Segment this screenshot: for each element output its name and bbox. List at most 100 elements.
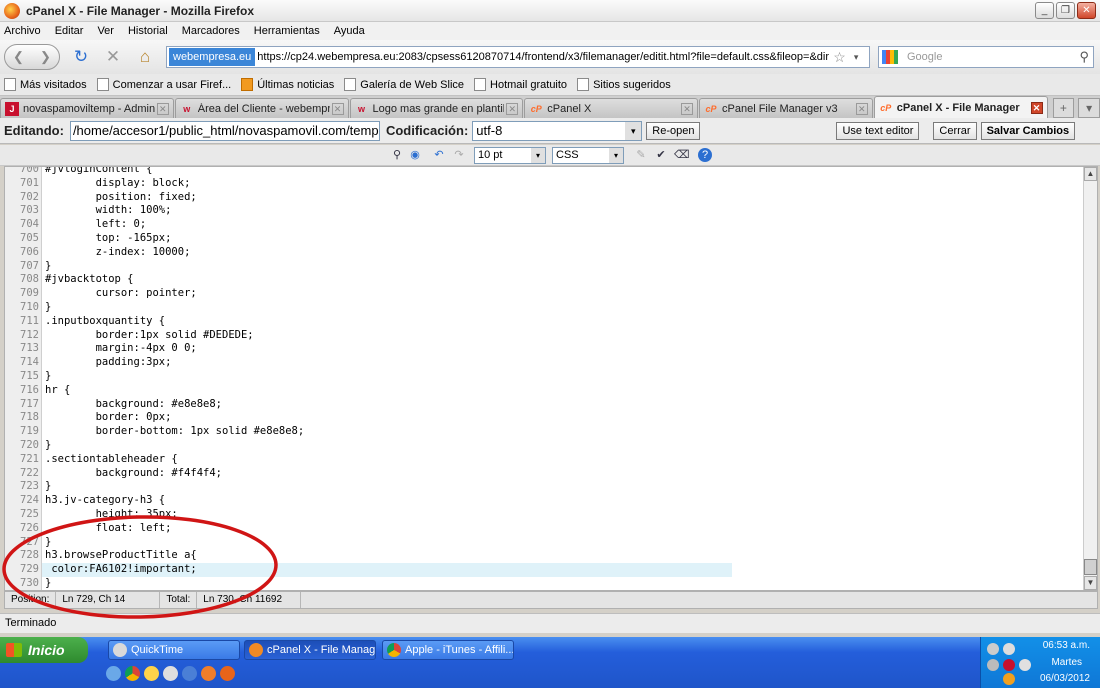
line-text[interactable]: padding:3px; [42,356,172,370]
encoding-select[interactable]: utf-8 ▾ [472,120,643,141]
maximize-button[interactable]: ❐ [1056,2,1075,19]
menu-ver[interactable]: Ver [97,25,114,37]
eraser-icon[interactable]: ⌫ [674,148,690,162]
bookmark-galeria-web-slice[interactable]: Galería de Web Slice [344,78,464,91]
search-bar[interactable]: Google ⚲ [878,46,1094,68]
menu-ayuda[interactable]: Ayuda [334,25,365,37]
code-line[interactable]: 710} [5,301,1085,315]
home-icon[interactable]: ⌂ [134,46,156,68]
code-line[interactable]: 728 h3.browseProductTitle a{ [5,549,1085,563]
line-text[interactable]: border:1px solid #DEDEDE; [42,329,254,343]
save-changes-button[interactable]: Salvar Cambios [980,121,1076,140]
undo-icon[interactable]: ↶ [432,148,446,162]
scroll-up-icon[interactable]: ▲ [1084,167,1097,181]
reopen-button[interactable]: Re-open [646,121,701,140]
url-input[interactable]: https://cp24.webempresa.eu:2083/cpsess61… [257,51,829,63]
tab-cpanel-x[interactable]: cP cPanel X ✕ [524,98,698,118]
code-line[interactable]: 708 #jvbacktotop { [5,273,1085,287]
line-text[interactable]: margin:-4px 0 0; [42,342,197,356]
tab-cpanel-file-manager-v3[interactable]: cP cPanel File Manager v3 ✕ [699,98,873,118]
file-path-field[interactable]: /home/accesor1/public_html/novaspamovil.… [69,120,380,141]
minimize-button[interactable]: _ [1035,2,1054,19]
code-editor[interactable]: 700 #jvloginContent {701 display: block; 7… [4,166,1098,591]
tab-close-icon[interactable]: ✕ [506,102,519,115]
code-line[interactable]: 712 border:1px solid #DEDEDE; [5,329,1085,343]
bookmark-hotmail[interactable]: Hotmail gratuito [474,78,567,91]
code-line[interactable]: 701 display: block; [5,177,1085,191]
app2-quicklaunch-icon[interactable] [201,666,216,681]
code-line[interactable]: 720} [5,439,1085,453]
code-content[interactable]: 700 #jvloginContent {701 display: block; 7… [5,167,1085,590]
line-text[interactable]: } [42,577,51,590]
search-input[interactable]: Google [907,51,1079,63]
app-quicklaunch-icon[interactable] [182,666,197,681]
ie-quicklaunch-icon[interactable] [106,666,121,681]
line-text[interactable]: hr { [42,384,70,398]
code-line[interactable]: 721 .sectiontableheader { [5,453,1085,467]
tab-close-icon[interactable]: ✕ [681,102,693,115]
menu-marcadores[interactable]: Marcadores [182,25,240,37]
line-text[interactable]: } [42,536,51,550]
code-line[interactable]: 706 z-index: 10000; [5,246,1085,260]
code-line[interactable]: 724 h3.jv-category-h3 { [5,494,1085,508]
tab-logo-mas-grande[interactable]: w Logo mas grande en plantilla ... ✕ [349,98,524,118]
menu-archivo[interactable]: Archivo [4,25,41,37]
tab-novaspamoviltemp[interactable]: J novaspamoviltemp - Administr... ✕ [0,98,174,118]
code-line[interactable]: 727} [5,536,1085,550]
search-icon[interactable]: ⚲ [1079,49,1089,65]
line-text[interactable]: z-index: 10000; [42,246,191,260]
code-line[interactable]: 730} [5,577,1085,590]
goto-line-icon[interactable]: ◉ [408,148,422,162]
line-text[interactable]: } [42,301,51,315]
code-line[interactable]: 702 position: fixed; [5,191,1085,205]
line-text[interactable]: color:FA6102!important; [42,563,732,577]
taskbar-chrome-itunes[interactable]: Apple - iTunes - Affili... [382,640,514,660]
code-line[interactable]: 700 #jvloginContent { [5,167,1085,177]
tab-close-icon[interactable]: ✕ [156,102,169,115]
code-line[interactable]: 717 background: #e8e8e8; [5,398,1085,412]
line-text[interactable]: background: #f4f4f4; [42,467,222,481]
tray-back-icon[interactable] [987,659,999,671]
code-line[interactable]: 726 float: left; [5,522,1085,536]
line-text[interactable]: #jvbacktotop { [42,273,134,287]
firefox-quicklaunch-icon[interactable] [220,666,235,681]
chrome-quicklaunch-icon[interactable] [125,666,140,681]
code-line[interactable]: 714 padding:3px; [5,356,1085,370]
url-history-dropdown-icon[interactable]: ▾ [854,52,859,63]
code-line[interactable]: 729 color:FA6102!important; [5,563,1085,577]
line-text[interactable]: } [42,480,51,494]
code-line[interactable]: 711 .inputboxquantity { [5,315,1085,329]
use-text-editor-button[interactable]: Use text editor [836,121,920,140]
stop-icon[interactable]: ✕ [102,46,124,68]
taskbar-firefox-file-manager[interactable]: cPanel X - File Manag... [244,640,376,660]
volume-icon[interactable] [1003,643,1015,655]
line-text[interactable]: h3.browseProductTitle a{ [42,549,197,563]
scrollbar-thumb[interactable] [1084,559,1097,575]
google-engine-icon[interactable] [882,50,898,64]
site-identity-badge[interactable]: webempresa.eu [169,48,256,66]
code-line[interactable]: 725 height: 35px; [5,508,1085,522]
tab-list-dropdown-icon[interactable]: ▾ [1078,98,1100,118]
line-text[interactable]: } [42,439,51,453]
antivirus-icon[interactable] [1003,659,1015,671]
menu-editar[interactable]: Editar [55,25,84,37]
taskbar-quicktime[interactable]: QuickTime [108,640,240,660]
new-tab-button[interactable]: + [1052,98,1075,118]
line-text[interactable]: border: 0px; [42,411,172,425]
code-line[interactable]: 709 cursor: pointer; [5,287,1085,301]
tab-close-icon[interactable]: ✕ [1030,101,1043,114]
code-line[interactable]: 716 hr { [5,384,1085,398]
code-line[interactable]: 707} [5,260,1085,274]
line-text[interactable]: top: -165px; [42,232,172,246]
tab-close-icon[interactable]: ✕ [331,102,344,115]
autocomplete-icon[interactable]: ✎ [634,148,648,162]
line-text[interactable]: .inputboxquantity { [42,315,165,329]
url-bar[interactable]: webempresa.eu https://cp24.webempresa.eu… [166,46,870,68]
back-icon[interactable]: ❮ [13,49,24,65]
help-icon[interactable]: ? [698,148,712,162]
bookmark-star-icon[interactable]: ☆ [833,49,846,66]
code-line[interactable]: 713 margin:-4px 0 0; [5,342,1085,356]
tray-update-icon[interactable] [1003,673,1015,685]
code-line[interactable]: 719 border-bottom: 1px solid #e8e8e8; [5,425,1085,439]
clock-time[interactable]: 06:53 a.m. [1043,640,1090,651]
